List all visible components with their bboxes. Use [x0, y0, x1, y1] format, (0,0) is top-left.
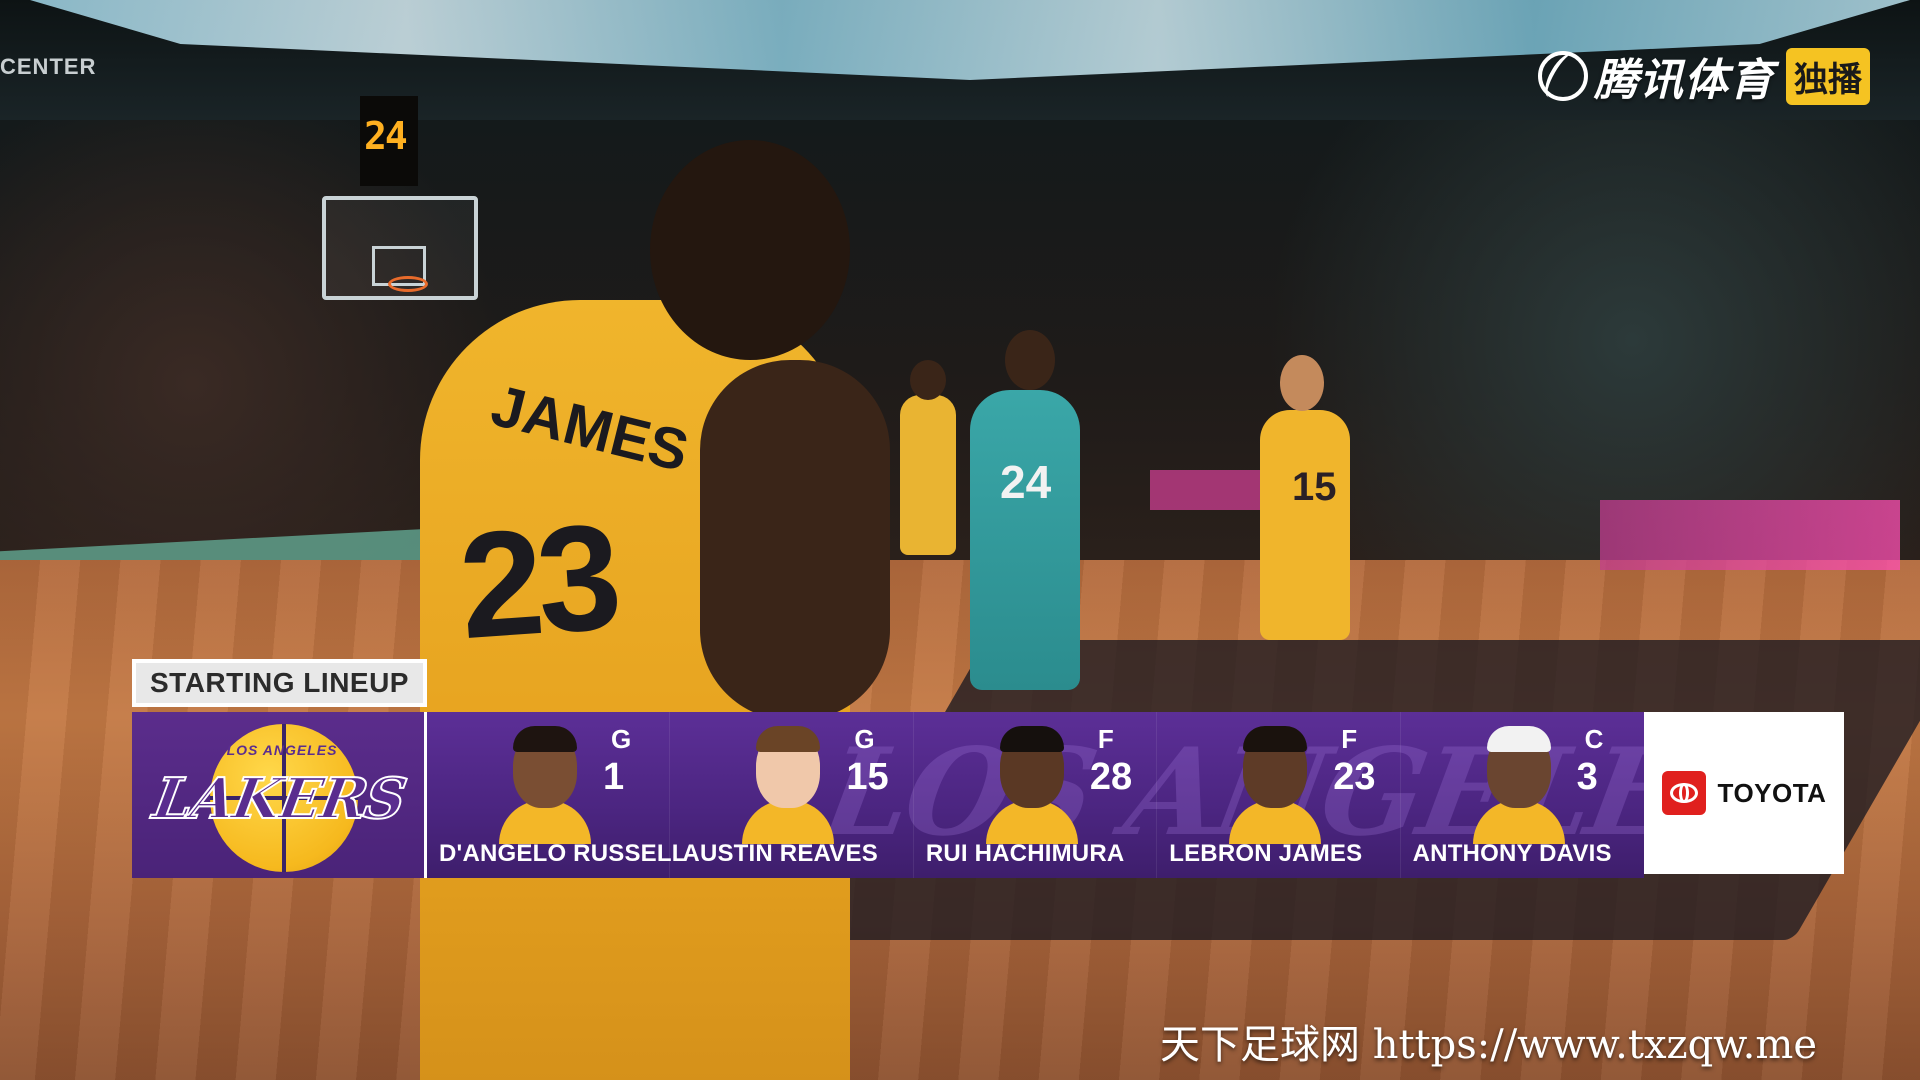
basketball-icon: [1538, 51, 1588, 101]
player-card: F 28 RUI HACHIMURA: [914, 712, 1158, 878]
courtside-ad-board: [1600, 500, 1900, 570]
player-number: 1: [603, 756, 625, 798]
site-watermark: 天下足球网 https://www.txzqw.me: [1160, 1022, 1817, 1068]
sponsor-panel: TOYOTA: [1644, 712, 1844, 874]
player-headshot: [1229, 722, 1322, 844]
player-card: G 15 AUSTIN REAVES: [670, 712, 914, 878]
starting-lineup-title: STARTING LINEUP: [132, 659, 427, 707]
toyota-logo-icon: [1661, 771, 1706, 815]
broadcaster-logo: 腾讯体育 独播: [1538, 44, 1870, 108]
crowd: [0, 120, 1920, 560]
players-strip: LOS ANGELES LAKERS G 1 D'ANGELO RUSSELL …: [427, 712, 1644, 878]
player-number: 23: [1333, 756, 1376, 798]
player-position: F: [1341, 724, 1358, 754]
shot-clock: 24: [360, 96, 418, 186]
player-name: ANTHONY DAVIS: [1412, 840, 1612, 867]
shot-clock-value: 24: [364, 114, 408, 158]
background-player: [900, 395, 956, 555]
opponent-player-head: [1005, 330, 1055, 390]
foreground-player-arm: [700, 360, 890, 720]
player-number: 3: [1576, 756, 1598, 798]
sponsor-name: TOYOTA: [1717, 777, 1827, 808]
foreground-player-head: [650, 140, 850, 360]
teammate-player: [1260, 410, 1350, 640]
player-position: G: [611, 724, 632, 754]
player-headshot: [499, 722, 591, 844]
player-number: 28: [1089, 756, 1133, 798]
hoop-rim: [388, 276, 428, 292]
player-card: C 3 ANTHONY DAVIS: [1401, 712, 1644, 878]
player-name: D'ANGELO RUSSELL: [439, 840, 687, 867]
player-name: AUSTIN REAVES: [682, 840, 878, 867]
player-number: 15: [846, 756, 889, 798]
player-name: LEBRON JAMES: [1169, 840, 1363, 867]
player-position: G: [854, 724, 875, 754]
player-headshot: [985, 722, 1078, 844]
player-headshot: [1472, 722, 1565, 844]
teammate-jersey-number: 15: [1292, 465, 1337, 509]
player-position: F: [1097, 724, 1114, 754]
player-card: G 1 D'ANGELO RUSSELL: [427, 712, 686, 878]
opponent-jersey-number: 24: [1000, 456, 1052, 508]
starting-lineup-bar: LOS ANGELES LAKERS LOS ANGELES LAKERS G …: [132, 712, 1844, 878]
player-position: C: [1584, 724, 1604, 754]
player-headshot: [742, 722, 835, 844]
background-player-head: [910, 360, 946, 400]
player-name: RUI HACHIMURA: [925, 840, 1125, 867]
team-logo-wordmark: LAKERS: [148, 765, 411, 833]
arena-background: CENTER 24 24 15 JAMES 23: [0, 0, 1920, 1080]
opponent-player: [970, 390, 1080, 690]
jersey-number: 23: [454, 491, 621, 671]
courtside-ad-board-small: [1150, 470, 1260, 510]
broadcaster-name: 腾讯体育: [1594, 56, 1774, 105]
team-logo-city: LOS ANGELES: [226, 742, 338, 758]
arena-signage: CENTER: [0, 54, 97, 79]
team-logo: LOS ANGELES LAKERS: [132, 712, 427, 878]
exclusive-badge: 独播: [1786, 47, 1870, 105]
player-card: F 23 LEBRON JAMES: [1157, 712, 1401, 878]
teammate-player-head: [1280, 355, 1324, 411]
